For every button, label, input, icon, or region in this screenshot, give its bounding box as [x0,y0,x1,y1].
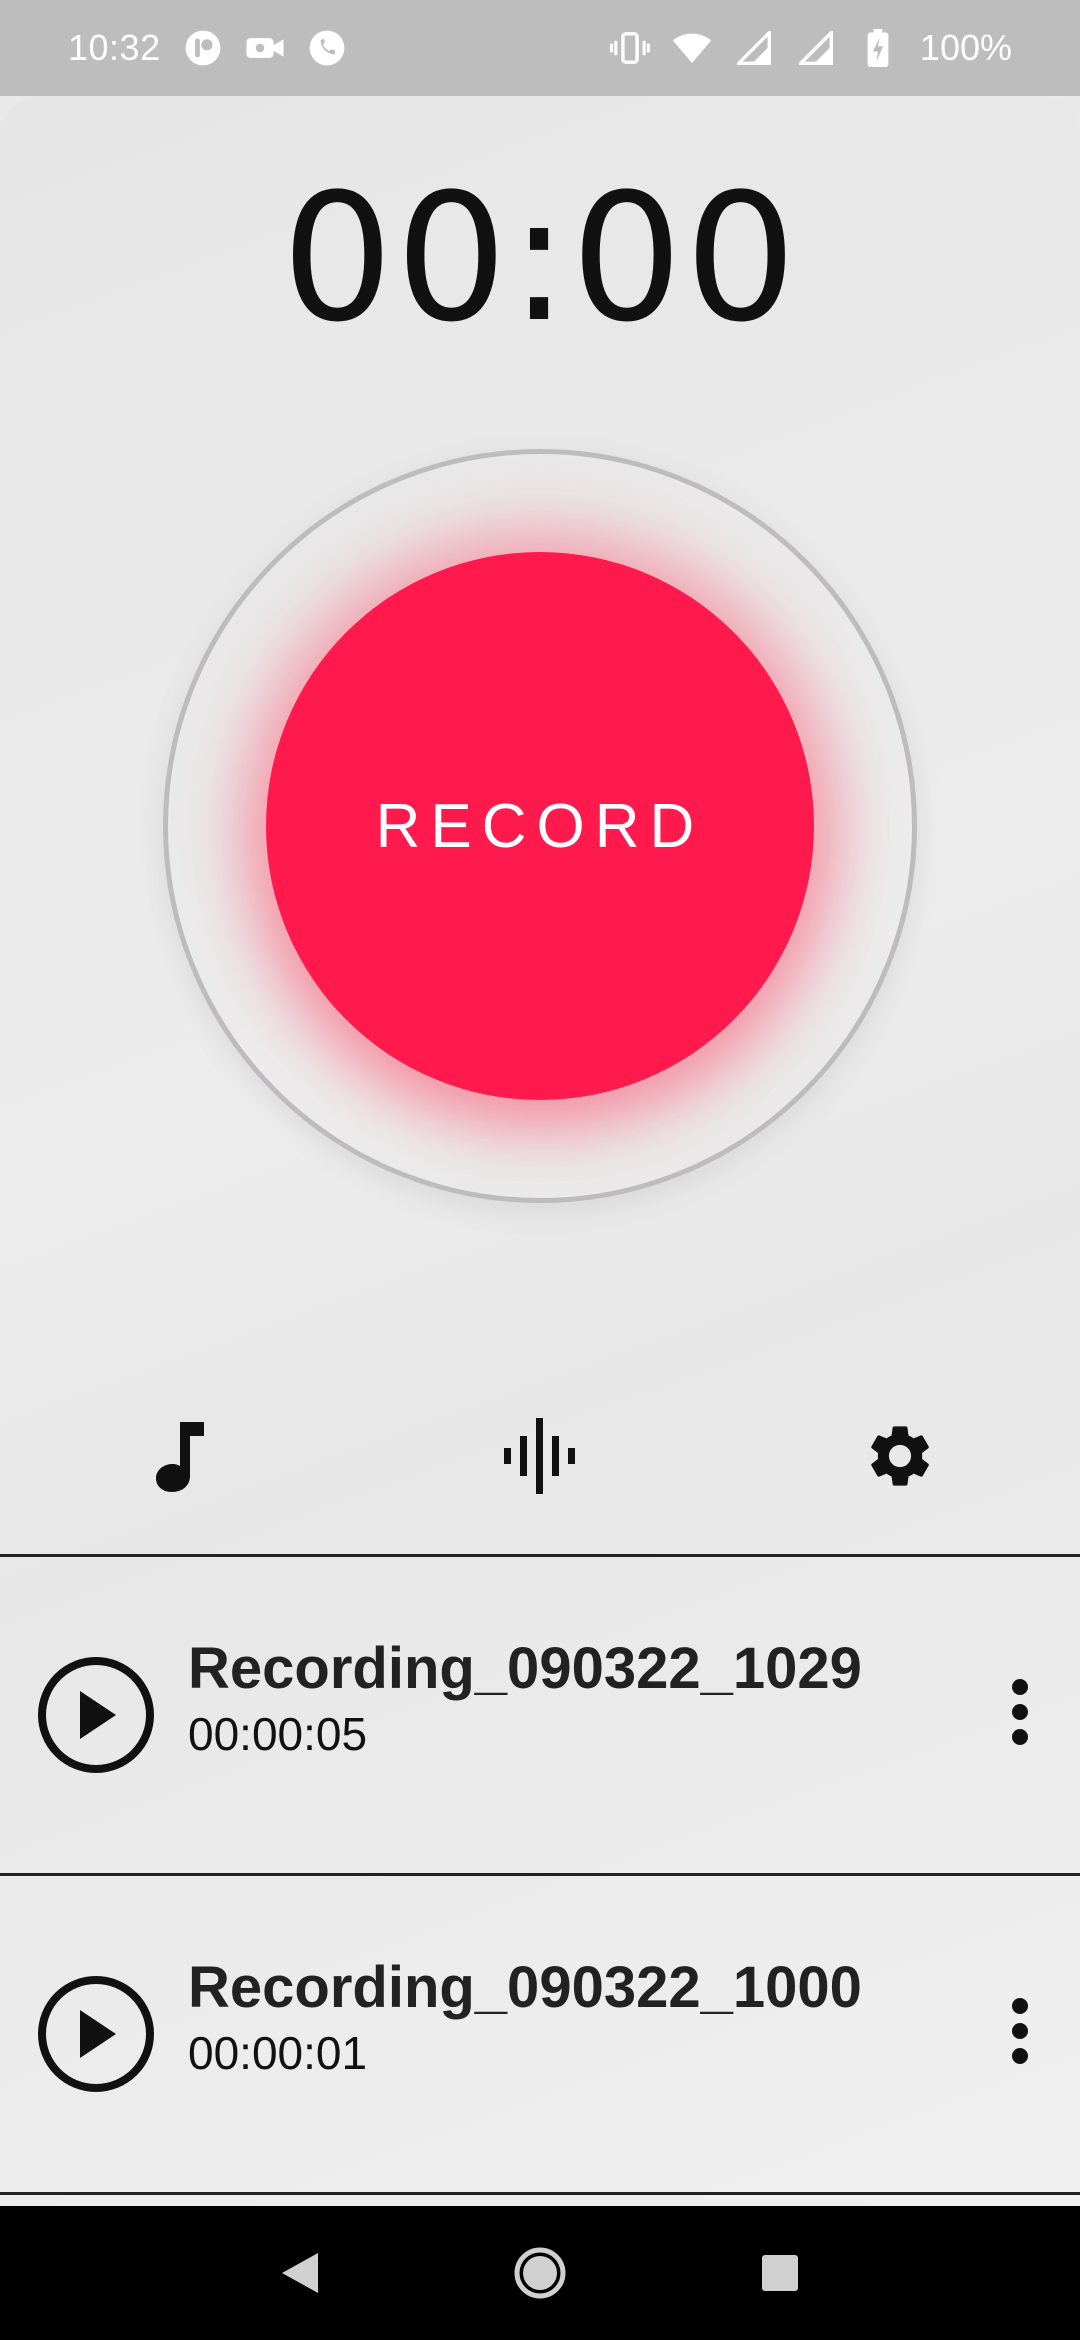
music-library-button[interactable] [120,1396,240,1516]
play-button[interactable] [38,1976,154,2092]
recording-row[interactable]: Recording_090322_1000 00:00:01 [0,1876,1080,2192]
battery-charging-icon [858,28,898,68]
more-vert-icon [1012,1679,1028,1745]
recording-duration: 00:00:05 [188,1708,368,1760]
signal-icon [734,28,774,68]
recents-icon [762,2255,798,2291]
back-icon [282,2253,318,2293]
status-time: 10:32 [68,27,161,68]
waveform-icon [504,1418,575,1494]
more-options-button[interactable] [990,1662,1050,1762]
music-note-icon [156,1422,204,1492]
signal-icon [796,28,836,68]
recording-title: Recording_090322_1029 [188,1636,862,1701]
list-divider [0,2192,1080,2195]
settings-button[interactable] [840,1396,960,1516]
settings-gear-icon [871,1426,929,1486]
home-button[interactable] [500,2233,580,2313]
record-button[interactable]: RECORD [266,552,814,1100]
recents-button[interactable] [740,2233,820,2313]
elapsed-timer: 00:00 [281,156,799,361]
play-icon [80,1691,116,1739]
waveform-button[interactable] [480,1396,600,1516]
status-bar: 10:32 100% [0,0,1080,96]
status-right: 100% [609,27,1012,69]
more-options-button[interactable] [990,1981,1050,2081]
app-notification-icon [183,28,223,68]
recording-row[interactable]: Recording_090322_1029 00:00:05 [0,1557,1080,1873]
more-vert-icon [1012,1998,1028,2064]
video-call-icon [245,28,285,68]
system-nav-bar [0,2206,1080,2340]
record-button-label: RECORD [375,791,705,861]
play-button[interactable] [38,1657,154,1773]
status-left: 10:32 [68,27,347,69]
play-icon [80,2010,116,2058]
battery-percent: 100% [919,27,1012,68]
recording-title: Recording_090322_1000 [188,1955,862,2020]
wifi-icon [672,28,712,68]
phone-call-icon [307,28,347,68]
recorder-app: 00:00 RECORD Recording_090322_1029 00:00… [0,96,1080,2206]
recording-duration: 00:00:01 [188,2027,368,2079]
back-button[interactable] [260,2233,340,2313]
vibrate-icon [609,28,650,68]
home-icon [514,2247,566,2299]
